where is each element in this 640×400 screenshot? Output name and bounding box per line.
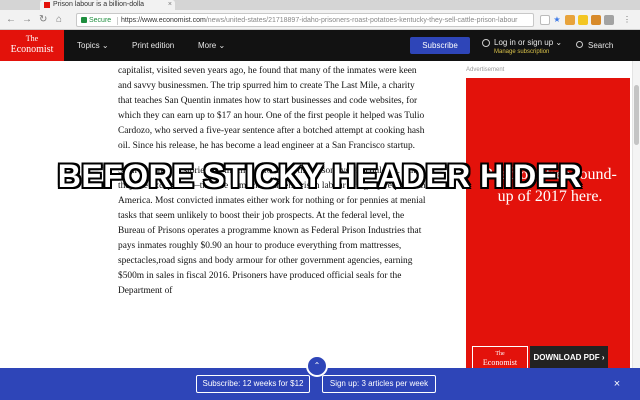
address-bar[interactable]: Secure https://www.economist.com/news/un… — [76, 13, 534, 27]
secure-label: Secure — [89, 17, 112, 24]
nav-print-edition[interactable]: Print edition — [132, 30, 174, 61]
extension-puzzle-icon[interactable] — [565, 15, 575, 25]
ad-logo-line1: The — [495, 351, 505, 357]
extension-icon[interactable] — [540, 15, 550, 25]
site-header: The Economist Topics ⌄ Print edition Mor… — [0, 30, 640, 61]
back-icon[interactable]: ← — [6, 14, 16, 26]
download-pdf-button[interactable]: DOWNLOAD PDF › — [530, 346, 608, 370]
page-scrollbar[interactable] — [632, 61, 640, 368]
home-icon[interactable]: ⌂ — [56, 14, 62, 26]
scrollbar-thumb[interactable] — [634, 85, 639, 145]
economist-favicon-icon — [44, 2, 50, 8]
url-path: /news/united-states/21718897-idaho-priso… — [205, 17, 518, 24]
article-paragraph: capitalist, visited seven years ago, he … — [118, 66, 425, 151]
url-text: https://www.economist.com/news/united-st… — [121, 14, 518, 26]
tab-title: Prison labour is a billion-dolla — [53, 1, 145, 8]
tab-close-icon[interactable]: × — [168, 0, 172, 10]
nav-more[interactable]: More ⌄ — [198, 30, 225, 61]
user-icon — [482, 39, 490, 47]
extension-emoji-icon[interactable] — [578, 15, 588, 25]
extension-icon-2[interactable] — [591, 15, 601, 25]
reload-icon[interactable]: ↻ — [39, 14, 47, 26]
logo-line1: The — [25, 34, 39, 43]
extension-icon-3[interactable] — [604, 15, 614, 25]
search-link[interactable]: Search — [588, 30, 613, 61]
browser-tab[interactable]: Prison labour is a billion-dolla × — [40, 0, 175, 10]
ad-logo-line2: Economist — [482, 358, 518, 367]
login-link[interactable]: Log in or sign up ⌄ — [494, 38, 562, 48]
signup-button[interactable]: Sign up: 3 articles per week — [322, 375, 436, 393]
url-domain: https://www.economist.com — [121, 17, 206, 24]
economist-logo[interactable]: The Economist — [0, 30, 64, 61]
advertisement-banner[interactable]: Read our free round-up of 2017 here. The… — [466, 78, 630, 370]
close-icon[interactable]: × — [610, 375, 624, 393]
subscribe-offer-button[interactable]: Subscribe: 12 weeks for $12 — [196, 375, 310, 393]
browser-toolbar: ← → ↻ ⌂ Secure https://www.economist.com… — [0, 10, 640, 30]
url-divider — [117, 17, 118, 25]
browser-tab-strip: Prison labour is a billion-dolla × — [0, 0, 640, 10]
forward-icon[interactable]: → — [22, 14, 32, 26]
nav-topics[interactable]: Topics ⌄ — [77, 30, 109, 61]
logo-line2: Economist — [10, 44, 54, 55]
bookmark-star-icon[interactable]: ★ — [552, 15, 562, 25]
browser-menu-icon[interactable]: ⋮ — [622, 15, 632, 25]
lock-icon — [81, 17, 87, 23]
advertisement-label: Advertisement — [466, 67, 505, 73]
collapse-toggle-icon[interactable]: ⌃ — [306, 355, 328, 377]
overlay-caption: BEFORE STICKY HEADER HIDER — [57, 158, 583, 194]
search-icon[interactable] — [576, 41, 583, 48]
subscribe-button[interactable]: Subscribe — [410, 37, 470, 54]
manage-subscription-link[interactable]: Manage subscription — [494, 49, 549, 56]
ad-economist-logo: The Economist — [472, 346, 528, 370]
